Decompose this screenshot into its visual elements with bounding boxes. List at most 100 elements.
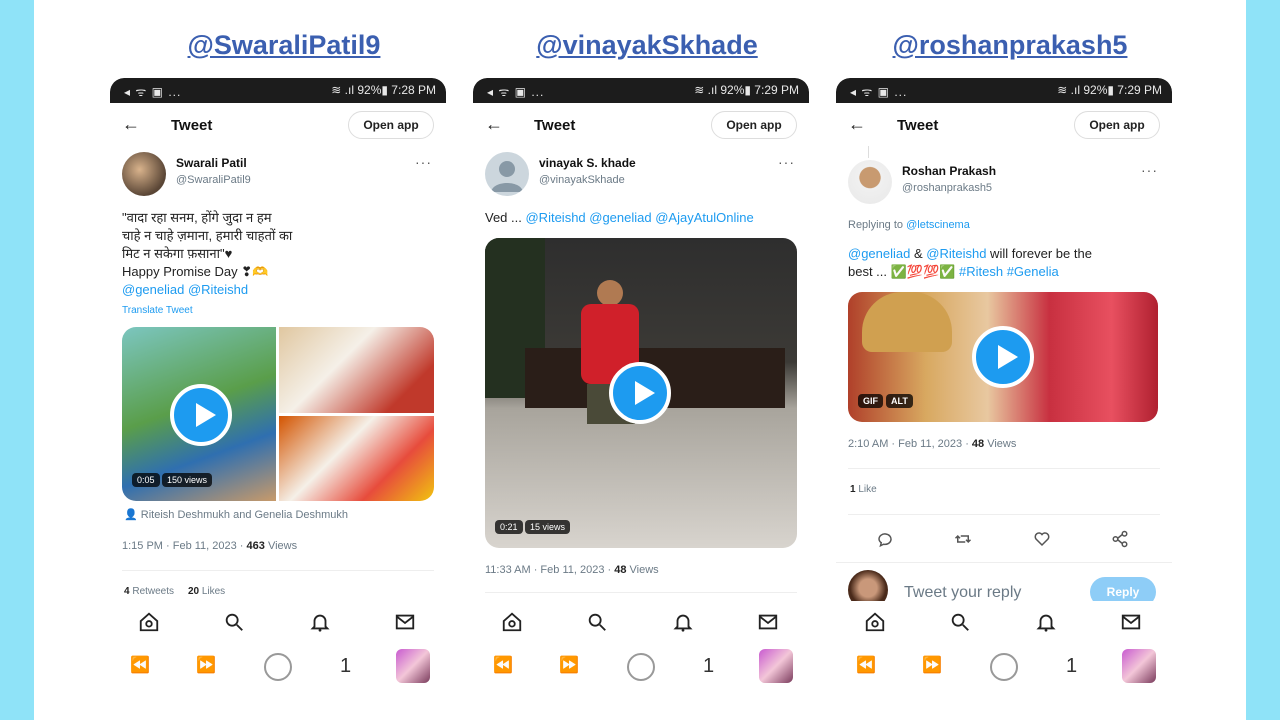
views-label: Views [626,564,659,576]
avatar[interactable] [485,152,529,196]
tweet-header: ← Tweet Open app [110,106,446,146]
more-options-icon[interactable]: ··· [415,154,432,170]
divider [122,570,434,571]
tweet-video[interactable]: 0:05 150 views [122,327,434,501]
handle-link-2[interactable]: @vinayakSkhade [477,30,817,61]
fast-forward-icon[interactable]: ⏩ [196,655,216,675]
mail-icon[interactable] [394,611,416,633]
author-username[interactable]: @roshanprakash5 [902,182,992,194]
search-icon[interactable] [949,611,971,633]
open-app-button[interactable]: Open app [711,111,797,139]
status-right: ≋ .ıl 92%▮ 7:29 PM [694,83,799,97]
home-circle-icon[interactable] [990,653,1018,681]
mention-link[interactable]: @Riteishd [926,246,986,261]
handle-link-3[interactable]: @roshanprakash5 [840,30,1180,61]
thread-line [868,146,869,158]
retweets-label: Retweets [129,586,175,597]
count-indicator: 1 [1066,655,1078,677]
timestamp-text: 11:33 AM · Feb 11, 2023 · [485,564,615,576]
play-icon[interactable] [170,384,232,446]
page-title: Tweet [897,117,939,134]
bell-icon[interactable] [309,611,331,633]
alt-badge[interactable]: ALT [886,394,913,408]
home-icon[interactable] [864,611,886,633]
video-duration: 0:05 [132,473,160,487]
engagement-stats[interactable]: 4 Retweets 20 Likes [124,586,225,597]
engagement-stats[interactable]: 1 Like [850,484,877,495]
tweet-line: चाहे न चाहे ज़माना, हमारी चाहतों का [122,228,293,243]
video-views: 15 views [525,520,571,534]
gif-badge: GIF [858,394,883,408]
play-icon[interactable] [609,362,671,424]
video-thumbnail [597,280,623,306]
back-arrow-icon[interactable]: ← [122,114,140,135]
bottom-nav [473,601,809,641]
handle-link-1[interactable]: @SwaraliPatil9 [114,30,454,61]
home-circle-icon[interactable] [264,653,292,681]
rewind-icon[interactable]: ⏪ [856,655,876,675]
like-icon[interactable] [1033,530,1051,548]
gif-thumbnail [862,292,952,352]
profile-thumbnail[interactable] [1122,649,1156,683]
tagged-names: Riteish Deshmukh and Genelia Deshmukh [140,509,349,521]
author-username[interactable]: @SwaraliPatil9 [176,174,251,186]
fast-forward-icon[interactable]: ⏩ [559,655,579,675]
replying-handle[interactable]: @letscinema [906,219,970,231]
phone-screenshot-1: ◂ ᯤ ▣ ... ≋ .ıl 92%▮ 7:28 PM ← Tweet Ope… [110,78,446,713]
divider [848,514,1160,515]
count-indicator: 1 [340,655,352,677]
author-username[interactable]: @vinayakSkhade [539,174,625,186]
reply-input[interactable]: Tweet your reply [904,584,1021,602]
bell-icon[interactable] [1035,611,1057,633]
tweet-mentions[interactable]: @Riteishd @geneliad @AjayAtulOnline [525,210,753,225]
tweet-gif[interactable]: GIF ALT [848,292,1158,422]
open-app-button[interactable]: Open app [1074,111,1160,139]
tweet-timestamp: 1:15 PM · Feb 11, 2023 · 463 Views [122,540,297,552]
fast-forward-icon[interactable]: ⏩ [922,655,942,675]
tweet-text: "वादा रहा सनम, होंगे जुदा न हम चाहे न चा… [122,209,440,299]
tweet-line: best ... ✅💯💯✅ [848,264,959,279]
replying-to: Replying to @letscinema [848,219,970,231]
profile-thumbnail[interactable] [759,649,793,683]
back-arrow-icon[interactable]: ← [848,114,866,135]
retweet-icon[interactable] [954,530,972,548]
play-icon[interactable] [972,326,1034,388]
status-right: ≋ .ıl 92%▮ 7:29 PM [1057,83,1162,97]
search-icon[interactable] [586,611,608,633]
home-icon[interactable] [138,611,160,633]
tweet-amp: & [910,246,927,261]
translate-link[interactable]: Translate Tweet [122,302,193,320]
back-arrow-icon[interactable]: ← [485,114,503,135]
mention-link[interactable]: @geneliad [848,246,910,261]
open-app-button[interactable]: Open app [348,111,434,139]
bell-icon[interactable] [672,611,694,633]
profile-thumbnail[interactable] [396,649,430,683]
tweet-mentions[interactable]: @geneliad @Riteishd [122,281,440,299]
home-icon[interactable] [501,611,523,633]
count-indicator: 1 [703,655,715,677]
phone-screenshot-3: ◂ ᯤ ▣ ... ≋ .ıl 92%▮ 7:29 PM ← Tweet Ope… [836,78,1172,713]
search-icon[interactable] [223,611,245,633]
avatar[interactable] [848,160,892,204]
author-name[interactable]: vinayak S. khade [539,156,636,170]
share-icon[interactable] [1111,530,1129,548]
mail-icon[interactable] [757,611,779,633]
tagged-users[interactable]: 👤 Riteish Deshmukh and Genelia Deshmukh [124,508,348,521]
bottom-nav [836,601,1172,641]
author-name[interactable]: Swarali Patil [176,156,247,170]
views-label: Views [264,540,298,552]
tweet-video[interactable]: 0:21 15 views [485,238,797,548]
rewind-icon[interactable]: ⏪ [130,655,150,675]
hashtag-link[interactable]: #Ritesh #Genelia [959,264,1059,279]
mail-icon[interactable] [1120,611,1142,633]
rewind-icon[interactable]: ⏪ [493,655,513,675]
timestamp-text: 1:15 PM · Feb 11, 2023 · [122,540,247,552]
more-options-icon[interactable]: ··· [1141,162,1158,178]
author-name[interactable]: Roshan Prakash [902,164,996,178]
home-circle-icon[interactable] [627,653,655,681]
status-bar: ◂ ᯤ ▣ ... ≋ .ıl 92%▮ 7:28 PM [110,78,446,103]
avatar[interactable] [122,152,166,196]
reply-icon[interactable] [876,530,894,548]
tweet-line: will forever be the [986,246,1092,261]
more-options-icon[interactable]: ··· [778,154,795,170]
